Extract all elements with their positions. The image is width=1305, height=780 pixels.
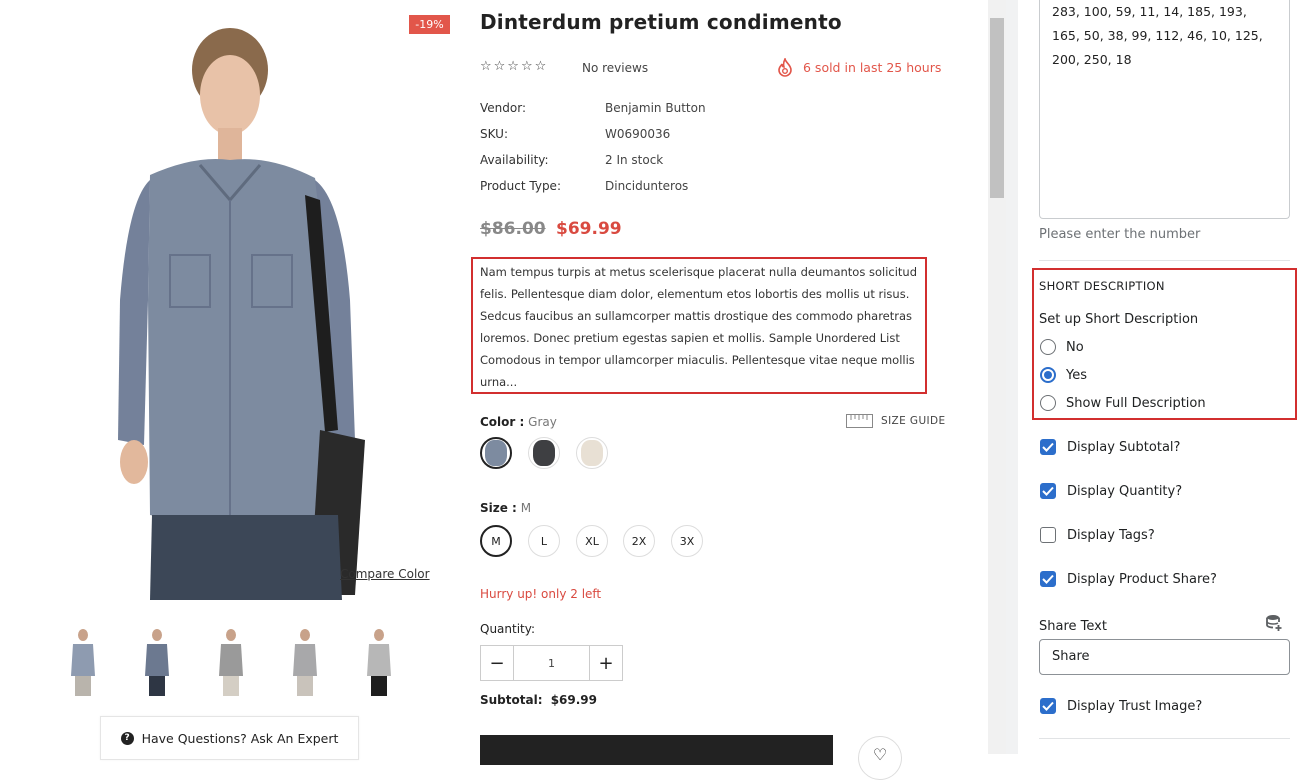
- checkbox-label: Display Quantity?: [1067, 483, 1183, 499]
- gallery-thumbnail[interactable]: [68, 628, 98, 696]
- size-option-label: Size : M: [480, 501, 531, 515]
- size-option[interactable]: XL: [576, 525, 608, 557]
- gallery-thumbnail[interactable]: [216, 628, 246, 696]
- gallery-thumbnail[interactable]: [290, 628, 320, 696]
- fire-icon: [778, 58, 792, 77]
- discount-badge: -19%: [409, 15, 450, 34]
- checkbox-label: Display Product Share?: [1067, 571, 1217, 587]
- sold-text: 6 sold in last 25 hours: [803, 60, 942, 75]
- share-text-input[interactable]: Share: [1039, 639, 1290, 675]
- number-list-textarea[interactable]: 283, 100, 59, 11, 14, 185, 193, 165, 50,…: [1039, 0, 1290, 219]
- product-main-image[interactable]: [20, 0, 460, 600]
- radio-label: Yes: [1066, 367, 1087, 383]
- divider: [1039, 738, 1290, 739]
- sold-indicator: 6 sold in last 25 hours: [777, 58, 941, 77]
- checkbox-display-product-share[interactable]: Display Product Share?: [1040, 571, 1217, 587]
- quantity-label: Quantity:: [480, 622, 536, 636]
- radio-label: Show Full Description: [1066, 395, 1206, 411]
- availability-value: 2 In stock: [605, 153, 664, 167]
- color-option-label: Color : Gray: [480, 415, 557, 429]
- size-guide-link[interactable]: SIZE GUIDE: [846, 414, 946, 428]
- quantity-stepper: − 1 +: [480, 645, 623, 681]
- vendor-label: Vendor:: [480, 101, 526, 115]
- add-to-cart-button[interactable]: [480, 735, 833, 765]
- checkbox[interactable]: [1040, 527, 1056, 543]
- subtotal-label: Subtotal:: [480, 693, 543, 707]
- subtotal-value: $69.99: [550, 693, 598, 707]
- sku-label: SKU:: [480, 127, 508, 141]
- short-description-label: Set up Short Description: [1039, 312, 1199, 327]
- number-help-text: Please enter the number: [1039, 227, 1201, 242]
- compare-color-link[interactable]: Compare Color: [340, 567, 430, 581]
- share-text-label: Share Text: [1039, 619, 1107, 634]
- minus-button[interactable]: −: [481, 646, 513, 680]
- color-swatch-cream[interactable]: [576, 437, 608, 469]
- price-sale: $69.99: [556, 219, 622, 239]
- question-icon: ?: [120, 731, 134, 745]
- panel-divider: [1006, 0, 1018, 754]
- radio-label: No: [1066, 339, 1084, 355]
- divider: [1039, 260, 1290, 261]
- gallery-thumbnail[interactable]: [142, 628, 172, 696]
- checkbox-label: Display Tags?: [1067, 527, 1155, 543]
- reviews-count: No reviews: [582, 61, 649, 75]
- size-option[interactable]: 3X: [671, 525, 703, 557]
- checkbox-display-quantity[interactable]: Display Quantity?: [1040, 483, 1182, 499]
- product-type-value[interactable]: Dincidunteros: [605, 179, 688, 193]
- vendor-value[interactable]: Benjamin Button: [605, 101, 706, 115]
- size-option[interactable]: L: [528, 525, 560, 557]
- checkbox-display-tags[interactable]: Display Tags?: [1040, 527, 1155, 543]
- checkbox-display-trust-image[interactable]: Display Trust Image?: [1040, 698, 1202, 714]
- sku-value: W0690036: [605, 127, 671, 141]
- size-label: Size :: [480, 501, 517, 515]
- ruler-icon: [846, 414, 873, 428]
- radio-no[interactable]: No: [1040, 339, 1084, 355]
- radio-yes[interactable]: Yes: [1040, 367, 1087, 383]
- availability-label: Availability:: [480, 153, 549, 167]
- price-original: $86.00: [480, 219, 546, 239]
- color-value: Gray: [528, 415, 557, 429]
- quantity-input[interactable]: 1: [513, 646, 590, 680]
- radio-show-full[interactable]: Show Full Description: [1040, 395, 1206, 411]
- ask-expert-label: Have Questions? Ask An Expert: [141, 730, 339, 746]
- color-swatch-black[interactable]: [528, 437, 560, 469]
- short-description: Nam tempus turpis at metus scelerisque p…: [480, 265, 917, 389]
- checkbox-label: Display Subtotal?: [1067, 439, 1181, 455]
- checkbox[interactable]: [1040, 483, 1056, 499]
- low-stock-notice: Hurry up! only 2 left: [480, 587, 602, 601]
- checkbox-label: Display Trust Image?: [1067, 698, 1203, 714]
- radio-button[interactable]: [1040, 367, 1056, 383]
- heart-icon: ♡: [872, 745, 888, 764]
- wishlist-button[interactable]: ♡: [858, 736, 902, 780]
- checkbox[interactable]: [1040, 571, 1056, 587]
- size-guide-label: SIZE GUIDE: [881, 415, 946, 427]
- short-description-heading: SHORT DESCRIPTION: [1039, 279, 1165, 293]
- subtotal: Subtotal: $69.99: [480, 693, 597, 707]
- plus-button[interactable]: +: [590, 646, 622, 680]
- product-title: Dinterdum pretium condimento: [480, 10, 842, 34]
- dynamic-source-icon[interactable]: [1265, 614, 1283, 636]
- checkbox[interactable]: [1040, 698, 1056, 714]
- color-swatch-gray[interactable]: [480, 437, 512, 469]
- scrollbar-thumb[interactable]: [990, 18, 1004, 198]
- rating-stars[interactable]: ☆☆☆☆☆: [480, 59, 548, 74]
- ask-expert-button[interactable]: ? Have Questions? Ask An Expert: [100, 716, 359, 760]
- size-option[interactable]: M: [480, 525, 512, 557]
- radio-button[interactable]: [1040, 395, 1056, 411]
- gallery-thumbnail[interactable]: [364, 628, 394, 696]
- size-value: M: [520, 501, 532, 515]
- radio-button[interactable]: [1040, 339, 1056, 355]
- color-label: Color :: [480, 415, 525, 429]
- checkbox-display-subtotal[interactable]: Display Subtotal?: [1040, 439, 1180, 455]
- product-type-label: Product Type:: [480, 179, 561, 193]
- size-option[interactable]: 2X: [623, 525, 655, 557]
- checkbox[interactable]: [1040, 439, 1056, 455]
